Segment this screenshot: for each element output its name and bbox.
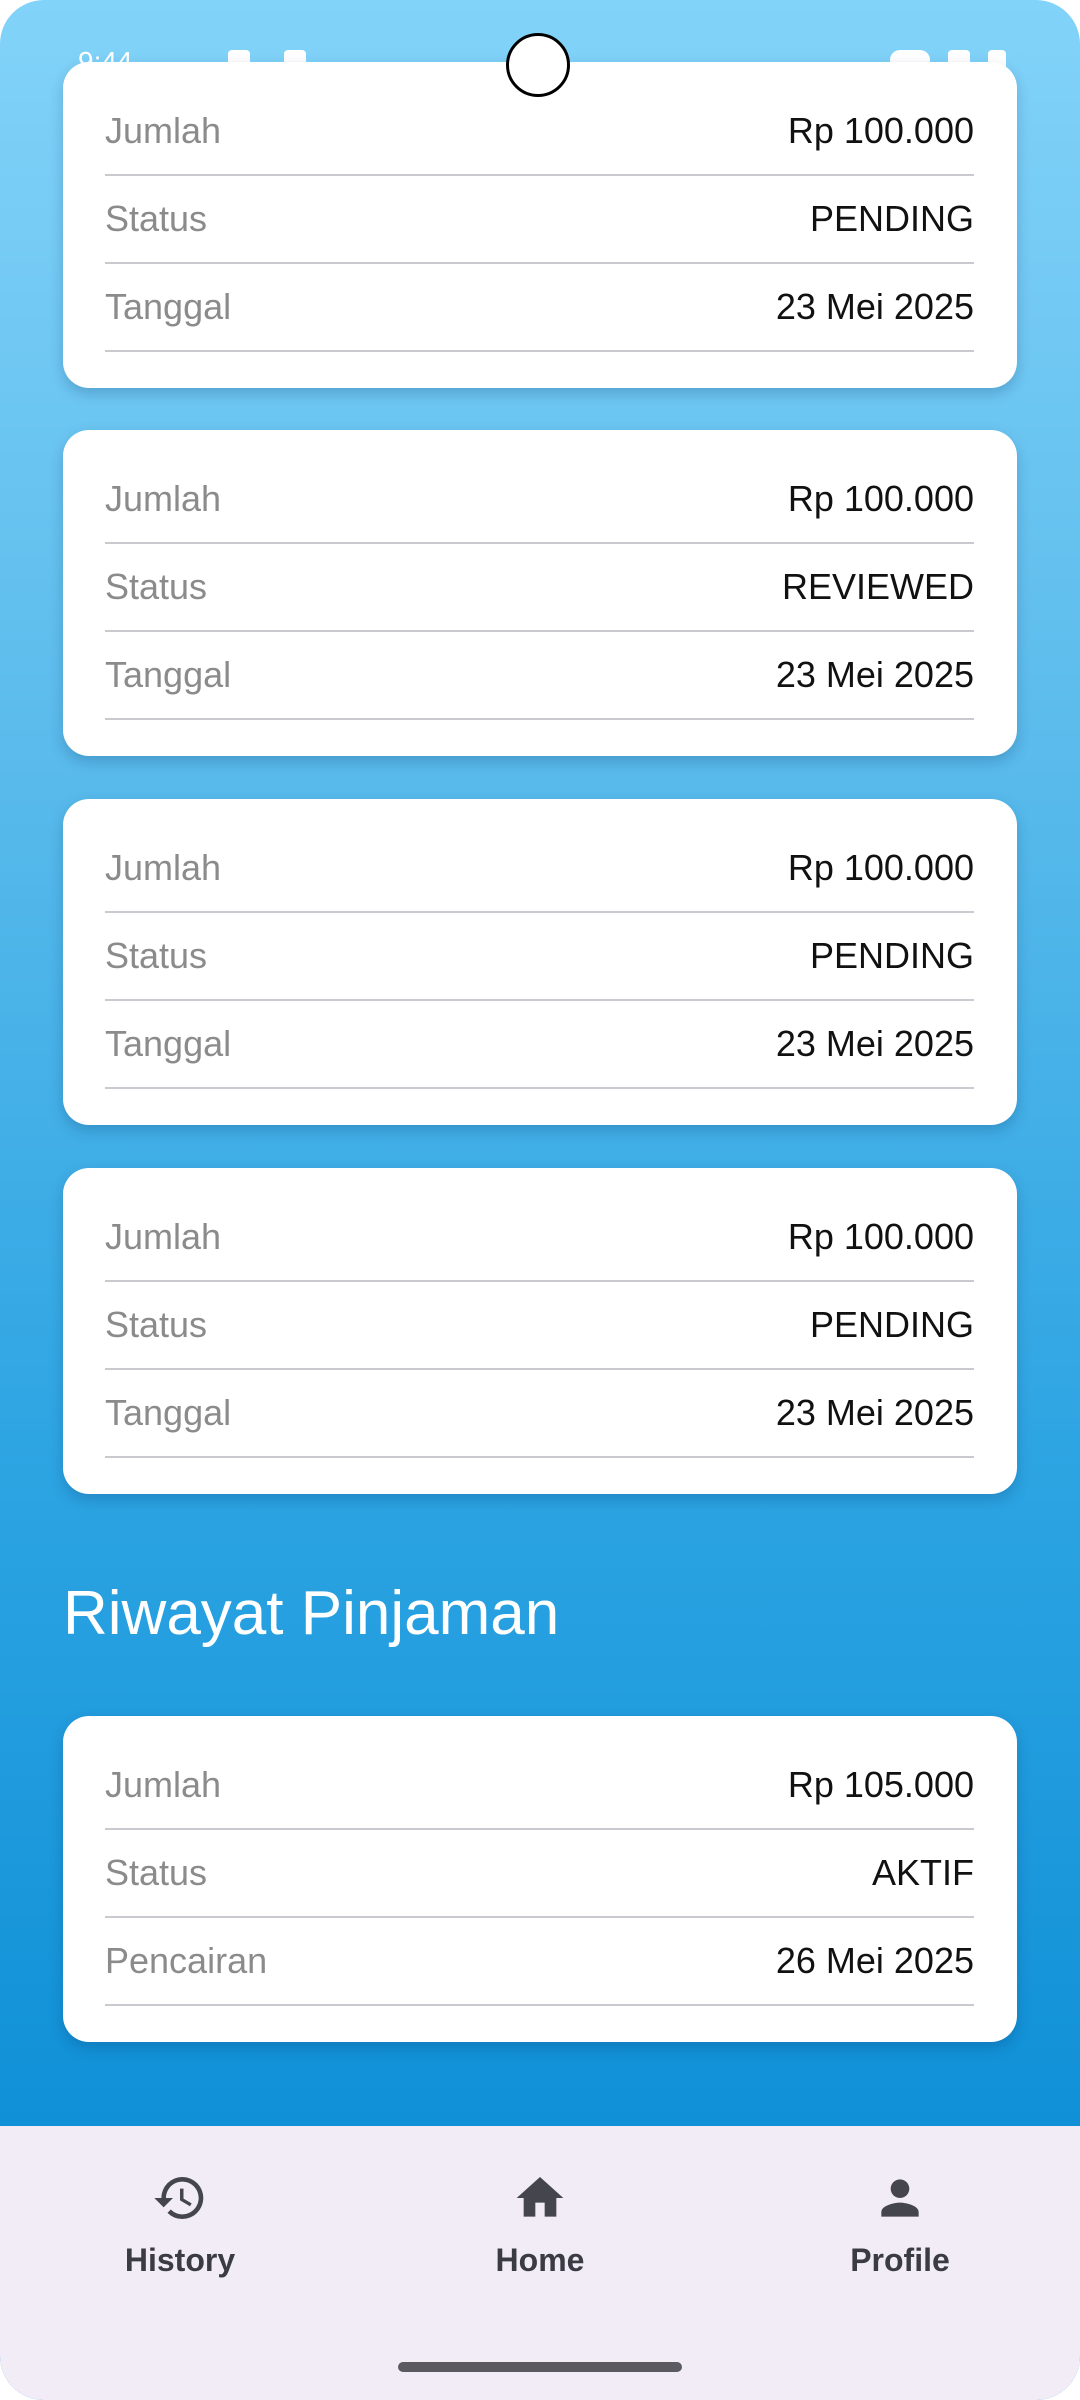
home-icon: [516, 2177, 564, 2217]
card-row: Status PENDING: [105, 1282, 974, 1370]
row-value: Rp 100.000: [787, 110, 974, 151]
card-row: Tanggal 23 Mei 2025: [105, 1001, 974, 1089]
card-row: Status AKTIF: [105, 1830, 974, 1918]
row-label: Jumlah: [105, 478, 222, 519]
row-label: Tanggal: [105, 1392, 232, 1433]
transaction-card[interactable]: Jumlah Rp 100.000 Status PENDING Tanggal…: [63, 62, 1017, 388]
row-label: Jumlah: [105, 1764, 222, 1805]
nav-item-profile[interactable]: Profile: [720, 2126, 1080, 2326]
row-label: Status: [105, 198, 208, 239]
card-row: Tanggal 23 Mei 2025: [105, 1370, 974, 1458]
phone-screen: 9:44 Jumlah Rp 100.000 Status PENDING Ta…: [0, 0, 1080, 2400]
row-value: Rp 105.000: [787, 1764, 974, 1805]
nav-item-history[interactable]: History: [0, 2126, 360, 2326]
card-row: Status PENDING: [105, 913, 974, 1001]
row-label: Status: [105, 935, 208, 976]
card-row: Jumlah Rp 100.000: [105, 456, 974, 544]
transaction-card[interactable]: Jumlah Rp 100.000 Status PENDING Tanggal…: [63, 1168, 1017, 1494]
row-label: Pencairan: [105, 1940, 268, 1981]
card-row: Jumlah Rp 100.000: [105, 1194, 974, 1282]
card-row: Jumlah Rp 100.000: [105, 825, 974, 913]
camera-cutout: [506, 33, 570, 97]
bottom-navigation: History Home Profile: [0, 2126, 1080, 2400]
row-value: 23 Mei 2025: [775, 654, 974, 695]
card-row: Jumlah Rp 105.000: [105, 1742, 974, 1830]
gesture-home-indicator[interactable]: [398, 2362, 682, 2372]
row-label: Status: [105, 566, 208, 607]
loan-history-title: Riwayat Pinjaman: [63, 1579, 560, 1648]
loan-card[interactable]: Jumlah Rp 105.000 Status AKTIF Pencairan…: [63, 1716, 1017, 2042]
history-icon: [154, 2177, 204, 2219]
card-row: Status REVIEWED: [105, 544, 974, 632]
status-value: REVIEWED: [781, 566, 974, 607]
row-label: Jumlah: [105, 1216, 222, 1257]
row-value: 23 Mei 2025: [775, 1023, 974, 1064]
row-label: Jumlah: [105, 110, 222, 151]
row-value: Rp 100.000: [787, 478, 974, 519]
row-value: 26 Mei 2025: [775, 1940, 974, 1981]
row-value: 23 Mei 2025: [775, 286, 974, 327]
nav-label-home: Home: [495, 2242, 585, 2278]
status-value: PENDING: [809, 935, 974, 976]
row-value: Rp 100.000: [787, 847, 974, 888]
row-label: Tanggal: [105, 286, 232, 327]
row-value: 23 Mei 2025: [775, 1392, 974, 1433]
card-row: Status PENDING: [105, 176, 974, 264]
row-label: Status: [105, 1852, 208, 1893]
scroll-content[interactable]: Jumlah Rp 100.000 Status PENDING Tanggal…: [0, 0, 1080, 2126]
row-label: Jumlah: [105, 847, 222, 888]
transaction-card[interactable]: Jumlah Rp 100.000 Status PENDING Tanggal…: [63, 799, 1017, 1125]
card-row: Jumlah Rp 100.000: [105, 88, 974, 176]
row-value: Rp 100.000: [787, 1216, 974, 1257]
nav-label-history: History: [124, 2242, 236, 2278]
nav-label-profile: Profile: [850, 2242, 950, 2278]
status-value: PENDING: [809, 198, 974, 239]
status-value: PENDING: [809, 1304, 974, 1345]
nav-item-home[interactable]: Home: [360, 2126, 720, 2326]
row-label: Status: [105, 1304, 208, 1345]
card-row: Pencairan 26 Mei 2025: [105, 1918, 974, 2006]
row-label: Tanggal: [105, 1023, 232, 1064]
row-label: Tanggal: [105, 654, 232, 695]
transaction-card[interactable]: Jumlah Rp 100.000 Status REVIEWED Tangga…: [63, 430, 1017, 756]
card-row: Tanggal 23 Mei 2025: [105, 264, 974, 352]
card-row: Tanggal 23 Mei 2025: [105, 632, 974, 720]
person-icon: [881, 2179, 919, 2217]
status-value: AKTIF: [871, 1852, 974, 1893]
